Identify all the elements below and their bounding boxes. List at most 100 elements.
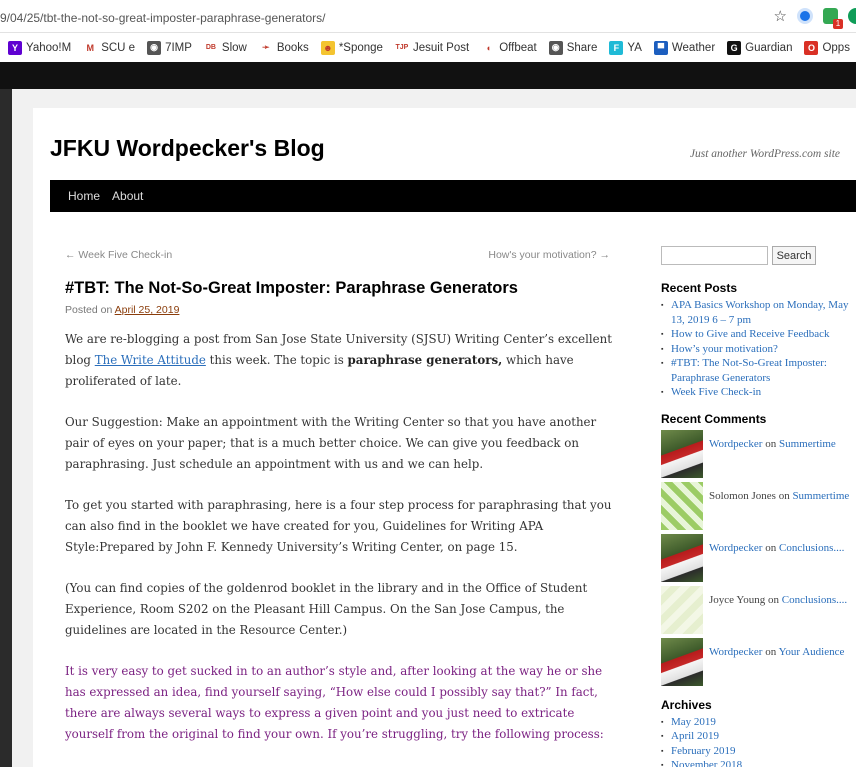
- search-button[interactable]: Search: [772, 246, 816, 265]
- post-content: We are re-blogging a post from San Jose …: [65, 329, 620, 765]
- weather-icon: ▀: [653, 40, 668, 55]
- recent-post-link[interactable]: How’s your motivation?: [671, 343, 778, 355]
- bookmark-item[interactable]: F YA: [609, 40, 642, 55]
- recent-post-link[interactable]: #TBT: The Not-So-Great Imposter: Paraphr…: [671, 357, 827, 384]
- bookmark-label: Share: [566, 41, 598, 54]
- bookmark-item[interactable]: ◉ Share: [548, 40, 598, 55]
- toolbar-icons: ☆ 1: [774, 7, 856, 29]
- search-input[interactable]: [661, 246, 768, 265]
- list-item: How’s your motivation?: [661, 342, 851, 357]
- paragraph: To get you started with paraphrasing, he…: [65, 498, 612, 554]
- address-bar[interactable]: 9/04/25/tbt-the-not-so-great-imposter-pa…: [0, 0, 856, 33]
- list-item: How to Give and Receive Feedback: [661, 327, 851, 342]
- list-item: November 2018: [661, 758, 851, 767]
- bookmark-label: Jesuit Post: [412, 41, 470, 54]
- yahoo-icon: Y: [8, 40, 22, 55]
- recent-post-link[interactable]: APA Basics Workshop on Monday, May 13, 2…: [671, 299, 848, 326]
- bookmark-item[interactable]: ▀ Weather: [653, 40, 715, 55]
- bookmark-item[interactable]: DB Slow: [203, 40, 247, 55]
- bookmark-label: Yahoo!M: [26, 41, 72, 54]
- bookmark-label: SCU e: [101, 41, 136, 54]
- comment-post-link[interactable]: Your Audience: [779, 646, 845, 658]
- bookmark-item[interactable]: ☻ *Sponge: [320, 40, 383, 55]
- bookmark-label: Offbeat: [499, 41, 537, 54]
- comment-item: Wordpecker on Your Audience: [661, 637, 851, 686]
- recent-comments-list: Wordpecker on Summertime Solomon Jones on…: [661, 429, 851, 686]
- bookmark-item[interactable]: G Guardian: [727, 40, 793, 55]
- recent-comments-title: Recent Comments: [661, 411, 767, 426]
- bookmark-label: Guardian: [745, 41, 793, 54]
- comment-text: Wordpecker on Your Audience: [709, 638, 844, 686]
- comment-item: Solomon Jones on Summertime: [661, 481, 851, 530]
- bookmark-item[interactable]: Y Yahoo!M: [8, 40, 72, 55]
- recent-post-link[interactable]: How to Give and Receive Feedback: [671, 328, 830, 340]
- site-title[interactable]: JFKU Wordpecker's Blog: [50, 135, 325, 162]
- comment-item: Wordpecker on Summertime: [661, 429, 851, 478]
- archive-link[interactable]: February 2019: [671, 745, 735, 757]
- comment-author[interactable]: Joyce Young: [709, 594, 765, 606]
- bookmark-label: Opps: [822, 41, 850, 54]
- site-description: Just another WordPress.com site: [689, 148, 840, 160]
- paragraph: (You can find copies of the goldenrod bo…: [65, 581, 588, 637]
- bookmark-item[interactable]: ◖ Offbeat: [481, 40, 537, 55]
- list-item: #TBT: The Not-So-Great Imposter: Paraphr…: [661, 356, 851, 385]
- opps-icon: O: [804, 40, 819, 55]
- archive-link[interactable]: November 2018: [671, 759, 742, 767]
- comment-post-link[interactable]: Summertime: [779, 438, 836, 450]
- comment-author[interactable]: Wordpecker: [709, 438, 762, 450]
- sponge-icon: ☻: [320, 40, 335, 55]
- next-post-link[interactable]: How's your motivation? →: [488, 249, 610, 261]
- archive-link[interactable]: April 2019: [671, 730, 719, 742]
- bookmark-item[interactable]: M SCU e: [83, 40, 136, 55]
- comment-post-link[interactable]: Summertime: [792, 490, 849, 502]
- nav-about[interactable]: About: [112, 189, 143, 203]
- avatar[interactable]: [661, 533, 703, 582]
- search-form: Search: [661, 246, 851, 265]
- comment-author[interactable]: Wordpecker: [709, 646, 762, 658]
- bookmark-item[interactable]: ➛ Books: [258, 40, 309, 55]
- globe-icon: ◉: [548, 40, 563, 55]
- comment-author[interactable]: Solomon Jones: [709, 490, 776, 502]
- archives-title: Archives: [661, 697, 712, 712]
- globe-icon: ◉: [147, 40, 162, 55]
- bookmark-label: *Sponge: [338, 41, 383, 54]
- comment-text: Wordpecker on Summertime: [709, 430, 836, 478]
- bookmark-item[interactable]: O Opps: [804, 40, 850, 55]
- paragraph-text: this week. The topic is: [205, 353, 348, 367]
- comment-post-link[interactable]: Conclusions....: [782, 594, 847, 606]
- url-text[interactable]: 9/04/25/tbt-the-not-so-great-imposter-pa…: [0, 11, 326, 25]
- bookmark-label: 7IMP: [165, 41, 192, 54]
- paragraph: We are re-blogging a post from San Jose …: [65, 329, 620, 392]
- comment-author[interactable]: Wordpecker: [709, 542, 762, 554]
- avatar[interactable]: [661, 429, 703, 478]
- bookmark-item[interactable]: TJP Jesuit Post: [394, 40, 470, 55]
- guardian-icon: G: [727, 40, 742, 55]
- extension-icon[interactable]: [848, 8, 856, 24]
- bold-text: paraphrase generators,: [347, 353, 503, 367]
- list-item: April 2019: [661, 729, 851, 744]
- list-item: February 2019: [661, 744, 851, 759]
- dark-band: [0, 62, 856, 89]
- comment-on: on: [762, 437, 779, 450]
- gmail-icon: M: [83, 40, 98, 55]
- archive-link[interactable]: May 2019: [671, 716, 716, 728]
- extension-badge-icon[interactable]: 1: [823, 8, 843, 29]
- write-attitude-link[interactable]: The Write Attitude: [95, 353, 206, 367]
- post-date-link[interactable]: April 25, 2019: [115, 304, 180, 316]
- comment-item: Wordpecker on Conclusions....: [661, 533, 851, 582]
- comment-post-link[interactable]: Conclusions....: [779, 542, 844, 554]
- nav-home[interactable]: Home: [68, 189, 100, 203]
- recent-post-link[interactable]: Week Five Check-in: [671, 386, 761, 398]
- bookmark-item[interactable]: ◉ 7IMP: [147, 40, 192, 55]
- comment-item: Joyce Young on Conclusions....: [661, 585, 851, 634]
- badge-count: 1: [833, 19, 843, 29]
- avatar[interactable]: [661, 637, 703, 686]
- archives-list: May 2019 April 2019 February 2019 Novemb…: [661, 715, 851, 767]
- prev-post-link[interactable]: ← Week Five Check-in: [65, 249, 172, 261]
- post-title: #TBT: The Not-So-Great Imposter: Paraphr…: [65, 279, 518, 297]
- avatar[interactable]: [661, 585, 703, 634]
- extension-icon[interactable]: [797, 8, 813, 24]
- comment-text: Wordpecker on Conclusions....: [709, 534, 844, 582]
- bookmark-star-icon[interactable]: ☆: [774, 7, 787, 25]
- avatar[interactable]: [661, 481, 703, 530]
